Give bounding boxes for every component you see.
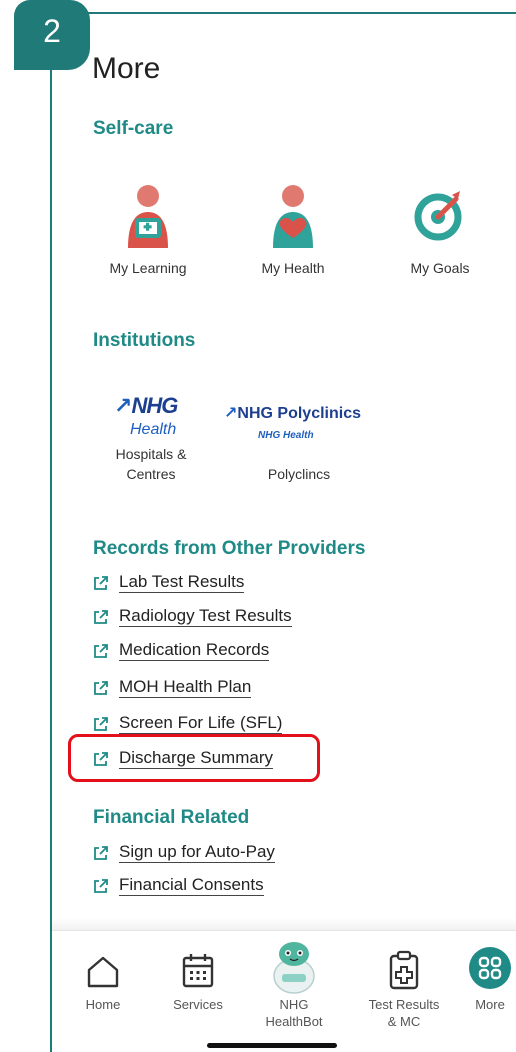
tile-my-learning[interactable]: My Learning bbox=[83, 180, 213, 276]
nav-services[interactable]: Services bbox=[162, 946, 234, 1013]
external-link-icon bbox=[94, 680, 108, 695]
nav-test-results[interactable]: Test Results & MC bbox=[354, 946, 454, 1030]
link-label: Radiology Test Results bbox=[119, 606, 292, 627]
link-radiology-test-results[interactable]: Radiology Test Results bbox=[93, 606, 292, 627]
target-goal-icon bbox=[375, 180, 505, 250]
nhg-health-logo: ↗NHG Health bbox=[114, 393, 178, 439]
frame-left-line bbox=[50, 12, 52, 1052]
health-person-icon bbox=[228, 180, 358, 250]
link-label: Screen For Life (SFL) bbox=[119, 713, 283, 734]
nav-more[interactable]: More bbox=[464, 946, 516, 1013]
link-financial-consents[interactable]: Financial Consents bbox=[93, 875, 264, 896]
bottom-nav-divider bbox=[52, 930, 516, 931]
bottom-nav-shadow bbox=[52, 918, 516, 930]
home-icon bbox=[70, 946, 136, 990]
healthbot-icon bbox=[256, 936, 332, 996]
nav-home[interactable]: Home bbox=[70, 946, 136, 1013]
external-link-icon bbox=[94, 643, 108, 658]
link-label: Financial Consents bbox=[119, 875, 264, 896]
home-indicator-bar bbox=[207, 1043, 337, 1048]
calendar-icon bbox=[162, 946, 234, 990]
learning-person-icon bbox=[83, 180, 213, 250]
nav-label: Test Results & MC bbox=[368, 997, 440, 1029]
link-lab-test-results[interactable]: Lab Test Results bbox=[93, 572, 245, 593]
nav-label: Services bbox=[173, 997, 223, 1012]
tile-label: My Learning bbox=[109, 260, 187, 276]
link-label: MOH Health Plan bbox=[119, 677, 252, 698]
nav-label: Home bbox=[85, 997, 121, 1012]
tile-label: My Health bbox=[261, 260, 325, 276]
frame-top-line bbox=[50, 12, 516, 14]
section-institutions-heading: Institutions bbox=[93, 330, 196, 351]
link-screen-for-life[interactable]: Screen For Life (SFL) bbox=[93, 713, 283, 734]
nhg-polyclinics-logo: ↗NHG Polyclinics NHG Health bbox=[224, 405, 361, 441]
link-label: Medication Records bbox=[119, 640, 270, 661]
tile-my-health[interactable]: My Health bbox=[228, 180, 358, 276]
tile-my-goals[interactable]: My Goals bbox=[375, 180, 505, 276]
link-label: Lab Test Results bbox=[119, 572, 245, 593]
step-number-badge: 2 bbox=[14, 0, 90, 70]
link-medication-records[interactable]: Medication Records bbox=[93, 640, 270, 661]
grid-icon bbox=[464, 946, 516, 990]
clipboard-icon bbox=[354, 946, 454, 990]
institution-nhg-polyclinics[interactable]: ↗NHG Polyclinics NHG Health Polyclincs bbox=[218, 404, 380, 484]
external-link-icon bbox=[94, 609, 108, 624]
external-link-icon bbox=[94, 878, 108, 893]
tile-label: My Goals bbox=[410, 260, 470, 276]
link-moh-health-plan[interactable]: MOH Health Plan bbox=[93, 677, 252, 698]
section-financial-heading: Financial Related bbox=[93, 807, 250, 828]
section-records-heading: Records from Other Providers bbox=[93, 538, 366, 559]
link-sign-up-auto-pay[interactable]: Sign up for Auto-Pay bbox=[93, 842, 275, 863]
section-self-care-heading: Self-care bbox=[93, 118, 174, 139]
external-link-icon bbox=[94, 716, 108, 731]
discharge-summary-highlight bbox=[68, 734, 320, 782]
external-link-icon bbox=[94, 845, 108, 860]
institution-label: Hospitals & Centres bbox=[115, 446, 187, 482]
page-title: More bbox=[92, 52, 161, 85]
nav-label: NHG HealthBot bbox=[265, 997, 323, 1029]
external-link-icon bbox=[94, 575, 108, 590]
nav-healthbot[interactable]: NHG HealthBot bbox=[256, 936, 332, 1030]
institution-nhg-health[interactable]: ↗NHG Health Hospitals & Centres bbox=[96, 393, 206, 484]
institution-label: Polyclincs bbox=[267, 466, 331, 482]
nav-label: More bbox=[475, 997, 505, 1012]
link-label: Sign up for Auto-Pay bbox=[119, 842, 275, 863]
